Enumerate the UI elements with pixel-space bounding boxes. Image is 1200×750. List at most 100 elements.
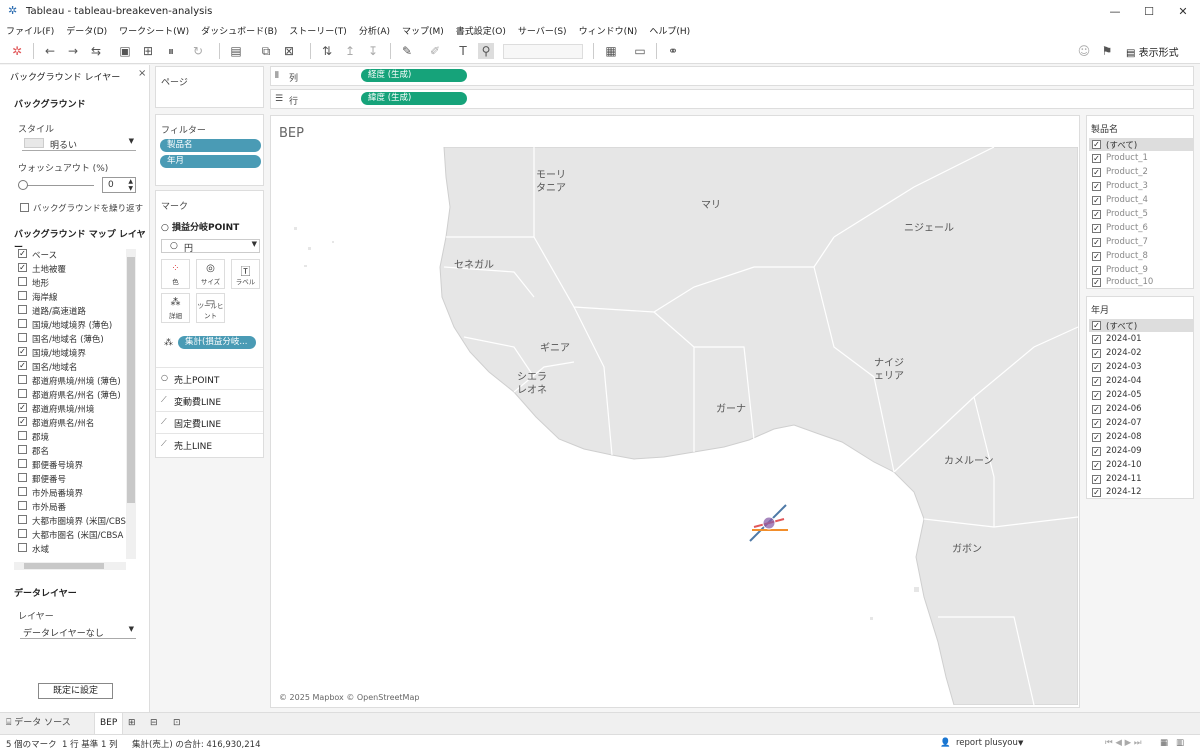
columns-shelf[interactable]: ⫴ 列 経度 (生成) [270, 66, 1194, 86]
washout-input[interactable]: 0 ▲ ▼ [102, 177, 136, 193]
layer-checkbox[interactable] [18, 277, 27, 286]
pause-updates-icon[interactable]: ⏸ [163, 43, 179, 59]
chevron-down-icon[interactable]: ▼ [1018, 739, 1023, 747]
set-default-button[interactable]: 既定に設定 [38, 683, 113, 699]
tooltip-button[interactable]: ▭ ツールヒント [196, 293, 225, 323]
product-checkbox[interactable]: ✓ [1092, 210, 1101, 219]
minimize-button[interactable]: — [1098, 0, 1132, 22]
layer-checkbox[interactable]: ✓ [18, 347, 27, 356]
layer-checkbox[interactable] [18, 501, 27, 510]
group-members-icon[interactable]: ✐ [427, 43, 443, 59]
undo-icon[interactable]: ← [42, 43, 58, 59]
mark-type-dropdown[interactable]: ○ 円 ▼ [161, 239, 260, 254]
sort-descending-icon[interactable]: ↧ [365, 43, 381, 59]
month-checkbox[interactable]: ✓ [1092, 335, 1101, 344]
product-checkbox[interactable]: ✓ [1092, 182, 1101, 191]
redo-icon[interactable]: → [65, 43, 81, 59]
menu-window[interactable]: ウィンドウ(N) [579, 24, 638, 37]
maximize-button[interactable]: ☐ [1132, 0, 1166, 22]
layer-checkbox[interactable]: ✓ [18, 361, 27, 370]
layer-checkbox[interactable] [18, 333, 27, 342]
product-filter-item[interactable]: ✓ Product_8 [1089, 250, 1193, 263]
washout-slider[interactable] [20, 185, 94, 186]
detail-button[interactable]: ⁂ 詳細 [161, 293, 190, 323]
month-filter-item[interactable]: ✓ 2024-10 [1089, 459, 1193, 472]
month-checkbox[interactable]: ✓ [1092, 377, 1101, 386]
size-button[interactable]: ◎ サイズ [196, 259, 225, 289]
save-icon[interactable]: ▣ [117, 43, 133, 59]
new-dashboard-tab-icon[interactable]: ⊟ [150, 713, 158, 734]
layer-checkbox[interactable]: ✓ [18, 403, 27, 412]
pages-card[interactable]: ページ [155, 66, 264, 108]
show-cards-icon[interactable]: ▦ [603, 43, 619, 59]
month-checkbox[interactable]: ✓ [1092, 461, 1101, 470]
product-checkbox[interactable]: ✓ [1092, 168, 1101, 177]
menu-map[interactable]: マップ(M) [402, 24, 444, 37]
product-filter-item[interactable]: ✓ Product_10 [1089, 276, 1193, 289]
tab-datasource[interactable]: ⌸ データ ソース [6, 713, 71, 734]
agent-icon[interactable]: ☺ [1076, 43, 1092, 59]
color-button[interactable]: ⁘ 色 [161, 259, 190, 289]
layer-checkbox[interactable] [18, 529, 27, 538]
product-filter-item[interactable]: ✓ Product_1 [1089, 152, 1193, 165]
share-icon[interactable]: ⚭ [665, 43, 681, 59]
tab-bep[interactable]: BEP [94, 713, 124, 734]
rows-shelf[interactable]: ☰ 行 緯度 (生成) [270, 89, 1194, 109]
menu-server[interactable]: サーバー(S) [518, 24, 567, 37]
product-checkbox[interactable]: ✓ [1092, 224, 1101, 233]
menu-file[interactable]: ファイル(F) [6, 24, 54, 37]
month-checkbox[interactable]: ✓ [1092, 419, 1101, 428]
rows-pill[interactable]: 緯度 (生成) [361, 92, 467, 105]
new-datasource-icon[interactable]: ⊞ [140, 43, 156, 59]
layer-checkbox[interactable] [18, 291, 27, 300]
product-checkbox[interactable]: ✓ [1092, 238, 1101, 247]
close-button[interactable]: ✕ [1166, 0, 1200, 22]
layer-checkbox[interactable]: ✓ [18, 417, 27, 426]
month-checkbox[interactable]: ✓ [1092, 475, 1101, 484]
month-checkbox[interactable]: ✓ [1092, 447, 1101, 456]
hscroll-thumb[interactable] [24, 563, 104, 569]
sort-ascending-icon[interactable]: ↥ [342, 43, 358, 59]
month-filter-item[interactable]: ✓ 2024-07 [1089, 417, 1193, 430]
month-filter-item[interactable]: ✓ 2024-06 [1089, 403, 1193, 416]
month-filter-item[interactable]: ✓ 2024-05 [1089, 389, 1193, 402]
replace-datasource-icon[interactable]: ⇆ [88, 43, 104, 59]
layer-checkbox[interactable] [18, 543, 27, 552]
layer-checkbox[interactable] [18, 473, 27, 482]
filter-pill-month[interactable]: 年月 [160, 155, 261, 168]
product-checkbox[interactable]: ✓ [1092, 266, 1101, 275]
layer-checkbox[interactable]: ✓ [18, 263, 27, 272]
refresh-icon[interactable]: ↻ [190, 43, 206, 59]
clear-sheet-icon[interactable]: ⊠ [281, 43, 297, 59]
product-filter-item[interactable]: ✓ Product_4 [1089, 194, 1193, 207]
menu-dashboard[interactable]: ダッシュボード(B) [201, 24, 277, 37]
menu-format[interactable]: 書式設定(O) [456, 24, 506, 37]
show-mark-labels-icon[interactable]: T [455, 43, 471, 59]
fit-select[interactable] [503, 44, 583, 59]
month-filter-item[interactable]: ✓ 2024-11 [1089, 473, 1193, 486]
month-checkbox[interactable]: ✓ [1092, 391, 1101, 400]
month-checkbox[interactable]: ✓ [1092, 405, 1101, 414]
month-filter-item[interactable]: ✓ 2024-09 [1089, 445, 1193, 458]
layer-checkbox[interactable]: ✓ [18, 249, 27, 258]
columns-pill[interactable]: 経度 (生成) [361, 69, 467, 82]
product-checkbox[interactable]: ✓ [1092, 154, 1101, 163]
product-filter-item[interactable]: ✓ Product_6 [1089, 222, 1193, 235]
month-filter-item[interactable]: ✓ 2024-03 [1089, 361, 1193, 374]
marks-layer-variable-cost[interactable]: ⟋ 変動費LINE [156, 389, 263, 411]
product-filter-item[interactable]: ✓ Product_3 [1089, 180, 1193, 193]
style-dropdown[interactable]: 明るい ▼ [22, 137, 136, 151]
filters-card[interactable]: フィルター 製品名 年月 [155, 114, 264, 186]
tableau-home-icon[interactable]: ✲ [9, 43, 25, 59]
month-filter-item[interactable]: ✓ 2024-01 [1089, 333, 1193, 346]
map-view[interactable]: モーリ タニア マリ ニジェール セネガル ギニア シエラ レオネ ナイジ ェリア ガ… [274, 147, 1078, 705]
layer-checkbox[interactable] [18, 459, 27, 468]
product-filter-item[interactable]: ✓ Product_7 [1089, 236, 1193, 249]
month-filter-item[interactable]: ✓ 2024-12 [1089, 486, 1193, 499]
close-panel-icon[interactable]: × [138, 68, 146, 79]
filmstrip-icon[interactable]: ▥ [1176, 738, 1184, 748]
layer-checkbox[interactable] [18, 487, 27, 496]
product-checkbox[interactable]: ✓ [1092, 140, 1101, 149]
new-worksheet-tab-icon[interactable]: ⊞ [128, 713, 136, 734]
data-layer-dropdown[interactable]: データレイヤーなし ▼ [20, 625, 136, 639]
